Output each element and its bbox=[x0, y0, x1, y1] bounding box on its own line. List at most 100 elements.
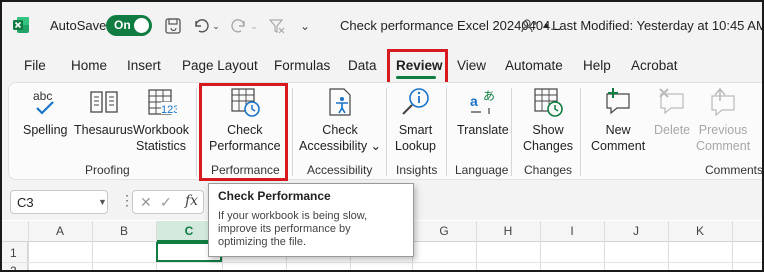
column-header-a[interactable]: A bbox=[50, 224, 70, 238]
tab-help[interactable]: Help bbox=[583, 58, 611, 73]
delete-comment-label: Delete bbox=[654, 123, 691, 137]
column-header-c[interactable]: C bbox=[179, 224, 199, 238]
group-separator bbox=[580, 88, 581, 176]
delete-comment-button[interactable]: Delete bbox=[654, 86, 690, 138]
changes-group-label: Changes bbox=[524, 163, 573, 177]
tab-insert[interactable]: Insert bbox=[127, 58, 161, 73]
workbook-statistics-label-line1: Workbook bbox=[133, 123, 190, 137]
share-people-icon[interactable] bbox=[518, 15, 540, 37]
translate-icon: aあ bbox=[467, 86, 499, 118]
accessibility-group-label: Accessibility bbox=[307, 163, 373, 177]
clear-filter-icon[interactable] bbox=[266, 15, 288, 37]
smart-lookup-label-line1: Smart bbox=[398, 123, 433, 137]
new-comment-icon bbox=[602, 86, 634, 118]
workbook-statistics-label-line2: Statistics bbox=[136, 139, 187, 153]
svg-text:a: a bbox=[470, 93, 478, 109]
workbook-statistics-icon: 123 bbox=[145, 86, 177, 118]
save-icon[interactable] bbox=[162, 15, 184, 37]
confirm-entry-icon[interactable]: ✓ bbox=[160, 194, 172, 211]
column-separator bbox=[604, 221, 605, 270]
tab-file[interactable]: File bbox=[24, 58, 46, 73]
thesaurus-book-icon bbox=[88, 86, 120, 118]
column-separator bbox=[28, 221, 29, 270]
svg-text:123: 123 bbox=[161, 104, 177, 116]
svg-text:abc: abc bbox=[33, 89, 52, 103]
previous-comment-label-line1: Previous bbox=[698, 123, 748, 137]
tooltip-body-line2: improve its performance by bbox=[218, 223, 351, 235]
thesaurus-button[interactable]: Thesaurus bbox=[74, 86, 133, 138]
column-separator bbox=[732, 221, 733, 270]
name-box[interactable]: C3 bbox=[10, 190, 108, 214]
group-separator bbox=[292, 88, 293, 176]
redo-dropdown-icon[interactable]: ⌄ bbox=[248, 15, 260, 37]
tooltip-body-line1: If your workbook is being slow, bbox=[218, 210, 368, 222]
tab-formulas[interactable]: Formulas bbox=[274, 58, 330, 73]
thesaurus-label: Thesaurus bbox=[74, 123, 134, 137]
new-comment-label-line1: New bbox=[605, 123, 631, 137]
column-header-h[interactable]: H bbox=[498, 224, 518, 238]
autosave-label: AutoSave bbox=[50, 18, 107, 33]
title-bar: AutoSave On ⌄ ⌄ ⌄ Check performance Exce… bbox=[2, 2, 762, 48]
delete-comment-icon bbox=[656, 86, 688, 118]
column-separator bbox=[92, 221, 93, 270]
previous-comment-button[interactable]: Previous Comment bbox=[696, 86, 750, 154]
spelling-label: Spelling bbox=[23, 123, 68, 137]
redo-icon[interactable] bbox=[228, 15, 250, 37]
ribbon-tabs: File Home Insert Page Layout Formulas Da… bbox=[2, 52, 762, 80]
group-separator bbox=[386, 88, 387, 176]
tab-view[interactable]: View bbox=[457, 58, 486, 73]
row-header-2[interactable]: 2 bbox=[10, 264, 17, 270]
column-header-b[interactable]: B bbox=[114, 224, 134, 238]
show-changes-button[interactable]: Show Changes bbox=[523, 86, 573, 154]
insert-function-icon[interactable]: fx bbox=[185, 193, 198, 209]
excel-logo-icon bbox=[12, 16, 30, 34]
tab-automate[interactable]: Automate bbox=[505, 58, 563, 73]
column-header-i[interactable]: I bbox=[562, 224, 582, 238]
translate-label: Translate bbox=[457, 123, 509, 137]
column-separator bbox=[668, 221, 669, 270]
show-changes-icon bbox=[532, 86, 564, 118]
column-header-j[interactable]: J bbox=[626, 224, 646, 238]
smart-lookup-button[interactable]: Smart Lookup bbox=[395, 86, 436, 154]
smart-lookup-icon bbox=[400, 86, 432, 118]
language-group-label: Language bbox=[455, 163, 509, 177]
check-performance-tooltip: Check Performance If your workbook is be… bbox=[208, 183, 414, 257]
proofing-group-label: Proofing bbox=[85, 163, 130, 177]
tooltip-body-line3: optimizing the file. bbox=[218, 236, 307, 248]
comments-group-label: Comments bbox=[705, 163, 764, 177]
autosave-toggle[interactable]: On bbox=[106, 15, 152, 36]
column-header-k[interactable]: K bbox=[690, 224, 710, 238]
spelling-button[interactable]: abc Spelling bbox=[23, 86, 67, 138]
svg-text:あ: あ bbox=[483, 89, 495, 103]
cancel-entry-icon[interactable]: ✕ bbox=[140, 194, 152, 211]
new-comment-button[interactable]: New Comment bbox=[591, 86, 645, 154]
name-box-dropdown-icon[interactable]: ▼ bbox=[98, 197, 107, 207]
undo-icon[interactable] bbox=[190, 15, 212, 37]
show-changes-label-line1: Show bbox=[532, 123, 564, 137]
last-modified-text[interactable]: • Last Modified: Yesterday at 10:45 AM bbox=[544, 18, 762, 33]
translate-button[interactable]: aあ Translate bbox=[457, 86, 509, 138]
tab-acrobat[interactable]: Acrobat bbox=[631, 58, 678, 73]
new-comment-label-line2: Comment bbox=[591, 139, 646, 153]
check-accessibility-button[interactable]: Check Accessibility ⌄ bbox=[299, 86, 381, 154]
column-header-g[interactable]: G bbox=[434, 224, 454, 238]
smart-lookup-label-line2: Lookup bbox=[395, 139, 437, 153]
check-accessibility-icon bbox=[324, 86, 356, 118]
tab-page-layout[interactable]: Page Layout bbox=[182, 58, 258, 73]
row-separator bbox=[2, 262, 762, 263]
group-separator bbox=[196, 88, 197, 176]
undo-dropdown-icon[interactable]: ⌄ bbox=[210, 15, 222, 37]
autosave-state: On bbox=[114, 18, 131, 32]
check-accessibility-label-line2: Accessibility ⌄ bbox=[299, 139, 382, 153]
row-header-1[interactable]: 1 bbox=[10, 246, 17, 260]
tooltip-title: Check Performance bbox=[218, 189, 331, 203]
review-tab-highlight bbox=[387, 49, 448, 86]
workbook-statistics-button[interactable]: 123 Workbook Statistics bbox=[133, 86, 189, 154]
group-separator bbox=[511, 88, 512, 176]
column-separator bbox=[476, 221, 477, 270]
tab-home[interactable]: Home bbox=[71, 58, 107, 73]
tab-data[interactable]: Data bbox=[348, 58, 377, 73]
customize-qat-icon[interactable]: ⌄ bbox=[294, 15, 316, 37]
previous-comment-icon bbox=[707, 86, 739, 118]
show-changes-label-line2: Changes bbox=[523, 139, 574, 153]
